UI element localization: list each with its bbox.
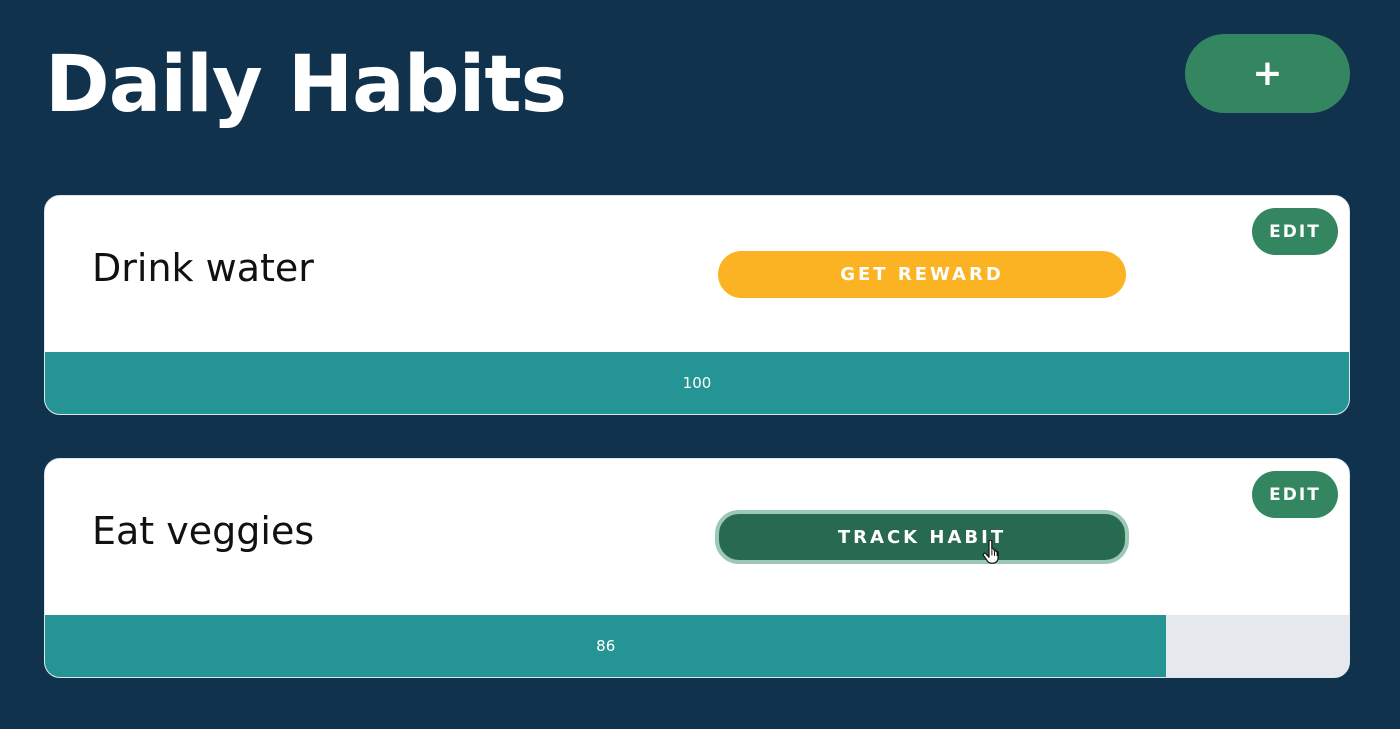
habit-name: Eat veggies (92, 509, 315, 553)
get-reward-button[interactable]: GET REWARD (718, 251, 1126, 298)
progress-bar: 86 (45, 615, 1349, 677)
progress-value: 100 (682, 374, 712, 392)
progress-bar: 100 (45, 352, 1349, 414)
progress-value: 86 (596, 637, 616, 655)
edit-button[interactable]: EDIT (1252, 471, 1338, 518)
edit-button[interactable]: EDIT (1252, 208, 1338, 255)
habit-card: Drink water EDIT GET REWARD 100 (44, 195, 1350, 415)
habit-card: Eat veggies EDIT TRACK HABIT 86 (44, 458, 1350, 678)
add-habit-button[interactable]: + (1185, 34, 1350, 113)
track-habit-button[interactable]: TRACK HABIT (715, 510, 1129, 564)
page-title: Daily Habits (45, 40, 567, 130)
hand-pointer-icon (982, 540, 999, 564)
habit-name: Drink water (92, 246, 314, 290)
